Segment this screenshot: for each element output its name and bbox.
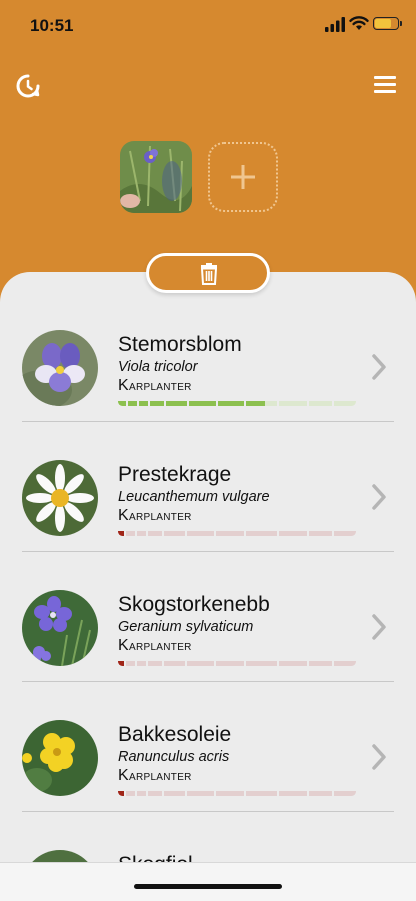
status-bar: 10:51 xyxy=(0,0,416,50)
trash-icon xyxy=(200,263,218,285)
species-common-name: Bakkesoleie xyxy=(118,723,232,746)
history-icon[interactable] xyxy=(15,73,41,99)
delete-photo-button[interactable] xyxy=(146,253,270,293)
species-category: Karplanter xyxy=(118,767,192,784)
status-time: 10:51 xyxy=(30,16,74,35)
chevron-right-icon xyxy=(372,614,386,640)
species-common-name: Skogstorkenebb xyxy=(118,593,270,616)
chevron-right-icon xyxy=(372,744,386,770)
bottom-bar xyxy=(0,862,416,901)
result-row[interactable]: Bakkesoleie Ranunculus acris Karplanter xyxy=(0,682,416,812)
menu-icon[interactable] xyxy=(374,76,396,94)
home-indicator[interactable] xyxy=(134,884,282,889)
plus-icon xyxy=(231,165,255,189)
battery-icon xyxy=(373,17,402,30)
species-photo xyxy=(22,330,98,406)
confidence-bar xyxy=(118,787,356,796)
wifi-icon xyxy=(349,16,369,30)
species-common-name: Stemorsblom xyxy=(118,333,242,356)
cellular-signal-icon xyxy=(325,17,345,32)
result-row[interactable]: Prestekrage Leucanthemum vulgare Karplan… xyxy=(0,422,416,552)
species-category: Karplanter xyxy=(118,637,192,654)
species-scientific-name: Leucanthemum vulgare xyxy=(118,489,270,505)
species-scientific-name: Geranium sylvaticum xyxy=(118,619,254,635)
species-common-name: Prestekrage xyxy=(118,463,232,486)
species-photo xyxy=(22,850,98,862)
confidence-bar xyxy=(118,397,356,406)
result-row[interactable]: Stemorsblom Viola tricolor Karplanter xyxy=(0,292,416,422)
confidence-bar xyxy=(118,657,356,666)
species-category: Karplanter xyxy=(118,507,192,524)
species-photo xyxy=(22,720,98,796)
species-scientific-name: Viola tricolor xyxy=(118,359,198,375)
species-category: Karplanter xyxy=(118,377,192,394)
selected-photo-thumbnail[interactable] xyxy=(120,141,192,213)
chevron-right-icon xyxy=(372,354,386,380)
result-row[interactable]: Skogstorkenebb Geranium sylvaticum Karpl… xyxy=(0,552,416,682)
species-photo xyxy=(22,590,98,666)
result-row[interactable]: Skogfiol xyxy=(0,812,416,862)
add-photo-button[interactable] xyxy=(208,142,278,212)
species-common-name: Skogfiol xyxy=(118,853,193,862)
chevron-right-icon xyxy=(372,484,386,510)
species-photo xyxy=(22,460,98,536)
species-scientific-name: Ranunculus acris xyxy=(118,749,230,765)
confidence-bar xyxy=(118,527,356,536)
